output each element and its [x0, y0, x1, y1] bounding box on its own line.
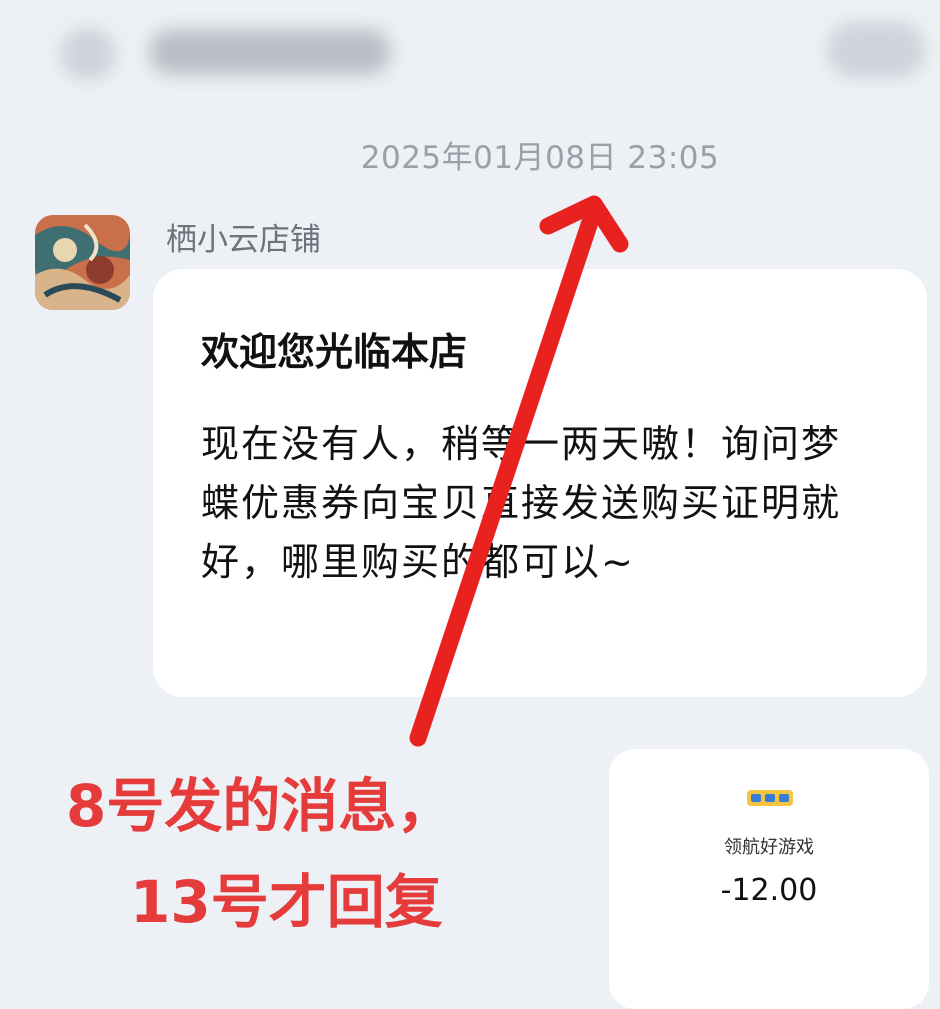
- annotation-line-2: 13号才回复: [130, 868, 443, 936]
- annotation-line-1: 8号发的消息，: [66, 772, 455, 840]
